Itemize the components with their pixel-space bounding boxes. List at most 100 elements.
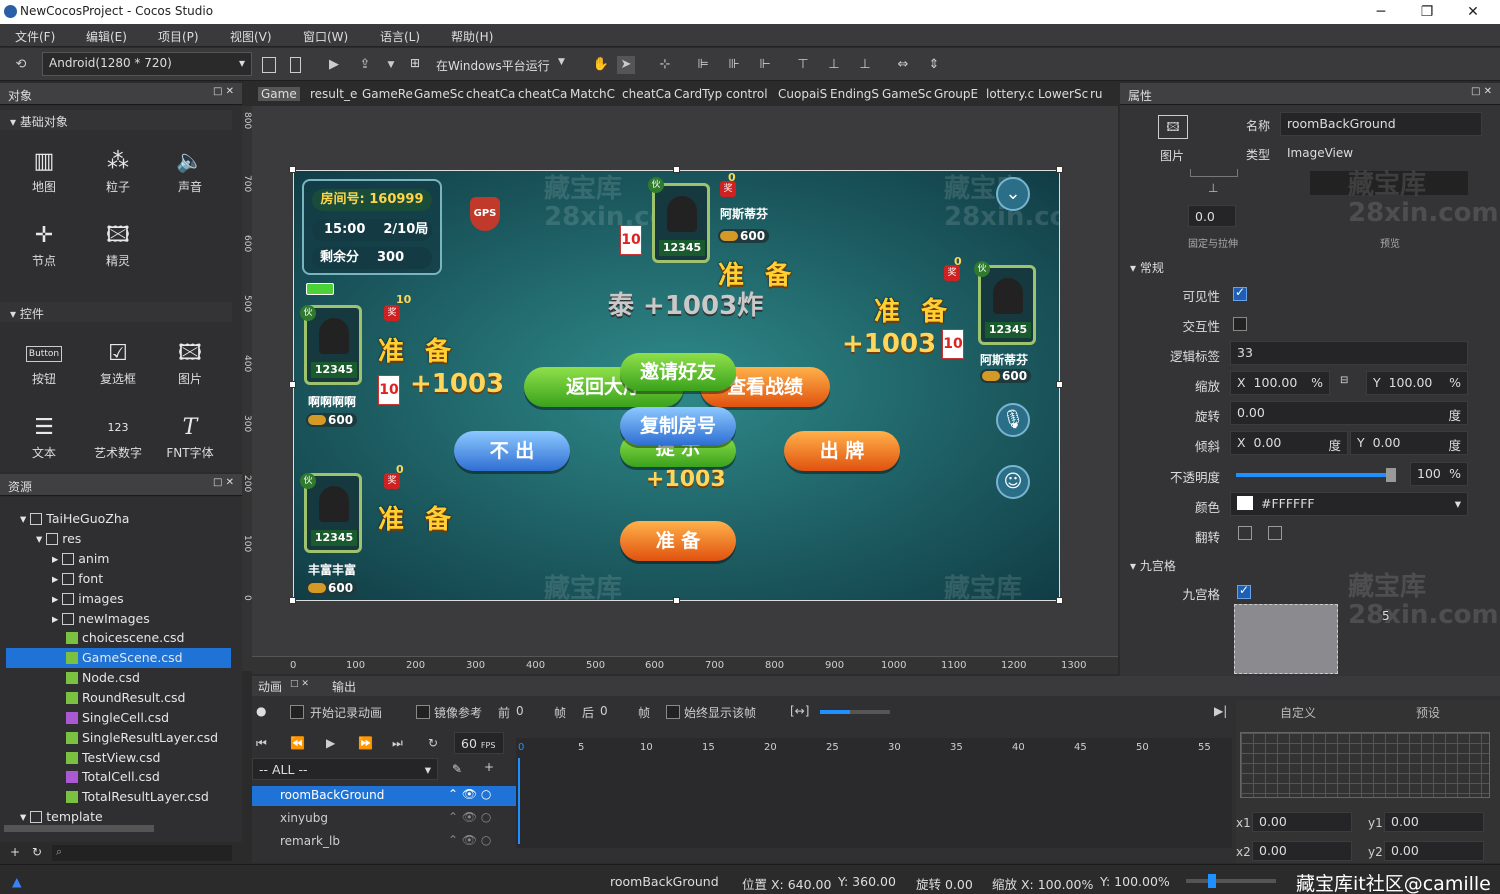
- menu-project[interactable]: 项目(P): [158, 28, 199, 45]
- resize-handle[interactable]: [1056, 381, 1063, 388]
- tab[interactable]: LowerSc: [1038, 87, 1088, 101]
- fps-input[interactable]: 60 FPS: [454, 732, 504, 754]
- publish-icon[interactable]: ⇪: [356, 56, 374, 74]
- emoji-icon[interactable]: ☺: [996, 465, 1030, 499]
- skew-x-input[interactable]: X 0.00 度: [1230, 431, 1348, 455]
- tree-file[interactable]: Node.csd: [66, 670, 140, 685]
- zoom-slider[interactable]: [820, 710, 890, 714]
- resize-handle[interactable]: [673, 597, 680, 604]
- row-icons[interactable]: ⌃ 👁 ○: [448, 787, 491, 801]
- panel-close-icon[interactable]: □ ✕: [290, 679, 309, 689]
- play-cards-button[interactable]: 出 牌: [784, 431, 900, 471]
- tree-file-selected[interactable]: GameScene.csd: [66, 650, 183, 665]
- refresh-icon[interactable]: ⟲: [12, 56, 30, 74]
- resize-handle[interactable]: [1056, 166, 1063, 173]
- loop-icon[interactable]: ↻: [428, 736, 438, 750]
- after-value[interactable]: 0: [600, 704, 608, 718]
- sprite-item[interactable]: 🖾 精灵: [88, 220, 148, 269]
- prev-frame-icon[interactable]: ⏪: [290, 736, 305, 750]
- tree-file[interactable]: TestView.csd: [66, 750, 160, 765]
- chevron-down-icon[interactable]: ⌄: [996, 177, 1030, 211]
- text-item[interactable]: ☰ 文本: [14, 412, 74, 461]
- tab-animation[interactable]: 动画: [258, 678, 282, 695]
- tree-file[interactable]: SingleCell.csd: [66, 710, 169, 725]
- tab-output[interactable]: 输出: [332, 678, 356, 695]
- x1-input[interactable]: 0.00: [1252, 812, 1352, 832]
- copy-room-button[interactable]: 复制房号: [620, 407, 736, 445]
- playhead[interactable]: [518, 758, 520, 844]
- panel-close-icon[interactable]: □ ✕: [213, 86, 234, 97]
- horizontal-scrollbar[interactable]: [4, 825, 154, 832]
- play-icon[interactable]: ▶: [326, 736, 335, 750]
- same-width-icon[interactable]: ⇔: [894, 56, 912, 74]
- resize-handle[interactable]: [289, 597, 296, 604]
- node-item[interactable]: ✛ 节点: [14, 220, 74, 269]
- opacity-slider-thumb[interactable]: [1386, 468, 1396, 482]
- anchor-pin-icon[interactable]: ⊥: [1208, 181, 1218, 195]
- tree-folder[interactable]: ▾ TaiHeGuoZha: [20, 511, 129, 526]
- close-icon[interactable]: ✕: [1450, 0, 1496, 24]
- always-show-checkbox[interactable]: [666, 705, 680, 719]
- tab[interactable]: result_e: [310, 87, 357, 101]
- y2-input[interactable]: 0.00: [1384, 841, 1484, 861]
- x2-input[interactable]: 0.00: [1252, 841, 1352, 861]
- tree-folder[interactable]: ▸ newImages: [52, 611, 150, 626]
- tab[interactable]: CuopaiS: [778, 87, 827, 101]
- minimize-icon[interactable]: ─: [1358, 0, 1404, 24]
- player-avatar[interactable]: 12345: [652, 183, 710, 263]
- zoom-slider[interactable]: [1186, 874, 1276, 888]
- tab[interactable]: GameRe: [362, 87, 413, 101]
- tab[interactable]: lottery.c: [986, 87, 1034, 101]
- ready-button[interactable]: 准 备: [620, 521, 736, 561]
- mirror-checkbox[interactable]: [416, 705, 430, 719]
- gps-icon[interactable]: GPS: [470, 197, 500, 231]
- image-item[interactable]: 🖾 图片: [160, 338, 220, 387]
- map-item[interactable]: ▥ 地图: [14, 146, 74, 195]
- invite-friend-button[interactable]: 邀请好友: [620, 353, 736, 391]
- tree-file[interactable]: choicescene.csd: [66, 630, 184, 645]
- visible-checkbox[interactable]: [1233, 285, 1247, 301]
- row-icons[interactable]: ⌃ 👁 ○: [448, 810, 491, 824]
- color-picker[interactable]: #FFFFFF ▾: [1230, 492, 1468, 516]
- chevron-down-icon[interactable]: ▼: [382, 56, 400, 74]
- easing-curve-grid[interactable]: [1240, 732, 1490, 798]
- tree-file[interactable]: RoundResult.csd: [66, 690, 185, 705]
- landscape-icon[interactable]: [262, 57, 276, 73]
- edit-icon[interactable]: ✎: [452, 762, 462, 776]
- last-frame-icon[interactable]: ⏭: [392, 736, 403, 751]
- tab[interactable]: MatchC: [570, 87, 615, 101]
- tab[interactable]: GroupE: [934, 87, 978, 101]
- select-tool-icon[interactable]: ➤: [617, 56, 635, 74]
- add-icon[interactable]: +: [10, 845, 20, 859]
- particle-item[interactable]: ⁂ 粒子: [88, 146, 148, 195]
- controls-section[interactable]: ▾ 控件: [0, 302, 232, 322]
- skew-y-input[interactable]: Y 0.00 度: [1350, 431, 1468, 455]
- tree-file[interactable]: TotalCell.csd: [66, 769, 160, 784]
- flip-vertical-icon[interactable]: [1268, 526, 1282, 540]
- pass-button[interactable]: 不 出: [454, 431, 570, 471]
- align-bottom-icon[interactable]: ⊥: [856, 56, 874, 74]
- nine-slice-preview[interactable]: [1234, 604, 1338, 674]
- player-avatar[interactable]: 12345: [978, 265, 1036, 345]
- tab[interactable]: control: [726, 87, 768, 101]
- tab[interactable]: GameSc: [882, 87, 932, 101]
- menu-file[interactable]: 文件(F): [15, 28, 55, 45]
- next-frame-icon[interactable]: ⏩: [358, 736, 373, 750]
- audio-item[interactable]: 🔈 声音: [160, 146, 220, 195]
- easing-custom-tab[interactable]: 自定义: [1280, 704, 1316, 721]
- resize-handle[interactable]: [289, 381, 296, 388]
- tree-file[interactable]: SingleResultLayer.csd: [66, 730, 218, 745]
- panel-close-icon[interactable]: □ ✕: [1471, 86, 1492, 97]
- zoom-slider-thumb[interactable]: [1208, 874, 1216, 888]
- interactive-checkbox[interactable]: [1233, 317, 1247, 331]
- run-platform-select[interactable]: ⊞ 在Windows平台运行 ▼: [410, 54, 575, 76]
- menu-view[interactable]: 视图(V): [230, 28, 272, 45]
- timeline-track[interactable]: 0 5 10 15 20 25 30 35 40 45 50 55: [516, 738, 1232, 848]
- tree-folder[interactable]: ▸ images: [52, 591, 124, 606]
- record-checkbox[interactable]: [290, 705, 304, 719]
- play-right-icon[interactable]: ▶|: [1214, 704, 1227, 718]
- tab[interactable]: CardTyp: [674, 87, 722, 101]
- menu-language[interactable]: 语言(L): [380, 28, 420, 45]
- hand-tool-icon[interactable]: ✋: [592, 56, 610, 74]
- anchor-widget[interactable]: [1190, 169, 1238, 177]
